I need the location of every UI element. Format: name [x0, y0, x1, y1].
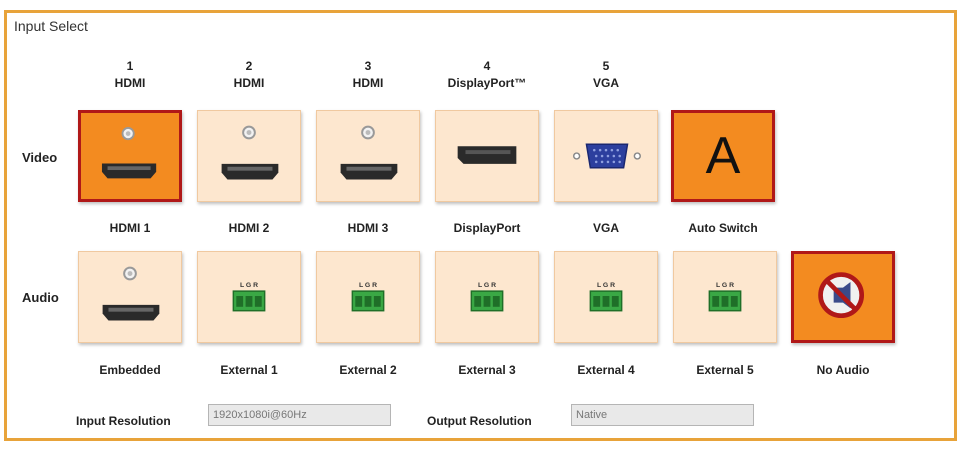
pin-labels: L G R: [597, 282, 615, 289]
no-audio-icon: [818, 272, 865, 319]
terminal-block-icon: L G R: [470, 282, 504, 312]
audio-external-3-button[interactable]: L G R: [435, 251, 539, 343]
pin-labels: L G R: [359, 282, 377, 289]
pin-labels: L G R: [716, 282, 734, 289]
auto-switch-icon: A: [705, 127, 741, 185]
video-caption: DisplayPort: [453, 221, 521, 235]
audio-caption: External 1: [220, 363, 278, 377]
input-type: HDMI: [352, 76, 384, 90]
video-caption: HDMI 3: [347, 221, 389, 235]
video-hdmi-1-button[interactable]: [78, 110, 182, 202]
panel-title: Input Select: [14, 18, 88, 34]
audio-no-audio-button[interactable]: [791, 251, 895, 343]
video-caption: Auto Switch: [688, 221, 758, 235]
pin-labels: L G R: [240, 282, 258, 289]
column-header-2: 2 HDMI: [189, 58, 309, 92]
output-resolution-field[interactable]: [571, 404, 754, 426]
audio-caption: Embedded: [99, 363, 161, 377]
column-header-3: 3 HDMI: [308, 58, 428, 92]
terminal-block-icon: L G R: [351, 282, 385, 312]
input-number: 2: [245, 59, 253, 73]
vga-port-icon: [572, 143, 641, 169]
pin-labels: L G R: [478, 282, 496, 289]
video-row-label: Video: [22, 150, 58, 165]
input-number: 1: [126, 59, 134, 73]
video-hdmi-2-button[interactable]: [197, 110, 301, 202]
hdmi-port-icon: [340, 125, 398, 180]
input-type: DisplayPort™: [447, 76, 527, 90]
input-number: 3: [364, 59, 372, 73]
audio-caption: External 3: [458, 363, 516, 377]
video-displayport-button[interactable]: [435, 110, 539, 202]
column-header-4: 4 DisplayPort™: [427, 58, 547, 92]
audio-caption: External 2: [339, 363, 397, 377]
video-caption: VGA: [592, 221, 619, 235]
audio-embedded-button[interactable]: [78, 251, 182, 343]
terminal-block-icon: L G R: [708, 282, 742, 312]
terminal-block-icon: L G R: [589, 282, 623, 312]
input-resolution-label: Input Resolution: [76, 414, 171, 428]
video-hdmi-3-button[interactable]: [316, 110, 420, 202]
hdmi-port-icon: [221, 125, 279, 180]
input-type: VGA: [592, 76, 619, 90]
output-resolution-label: Output Resolution: [427, 414, 532, 428]
audio-external-5-button[interactable]: L G R: [673, 251, 777, 343]
audio-caption: External 4: [577, 363, 635, 377]
video-auto-switch-button[interactable]: A: [671, 110, 775, 202]
hdmi-port-icon: [101, 127, 157, 179]
video-caption: HDMI 2: [228, 221, 270, 235]
audio-caption: No Audio: [816, 363, 870, 377]
input-number: 5: [602, 59, 610, 73]
audio-row-label: Audio: [22, 290, 59, 305]
audio-external-1-button[interactable]: L G R: [197, 251, 301, 343]
input-type: HDMI: [114, 76, 146, 90]
input-type: HDMI: [233, 76, 265, 90]
audio-external-4-button[interactable]: L G R: [554, 251, 658, 343]
displayport-port-icon: [457, 146, 517, 164]
audio-external-2-button[interactable]: L G R: [316, 251, 420, 343]
column-header-5: 5 VGA: [546, 58, 666, 92]
terminal-block-icon: L G R: [232, 282, 266, 312]
input-number: 4: [483, 59, 491, 73]
video-vga-button[interactable]: [554, 110, 658, 202]
video-caption: HDMI 1: [109, 221, 151, 235]
column-header-1: 1 HDMI: [70, 58, 190, 92]
audio-caption: External 5: [696, 363, 754, 377]
input-resolution-field[interactable]: [208, 404, 391, 426]
hdmi-port-icon: [102, 266, 160, 321]
